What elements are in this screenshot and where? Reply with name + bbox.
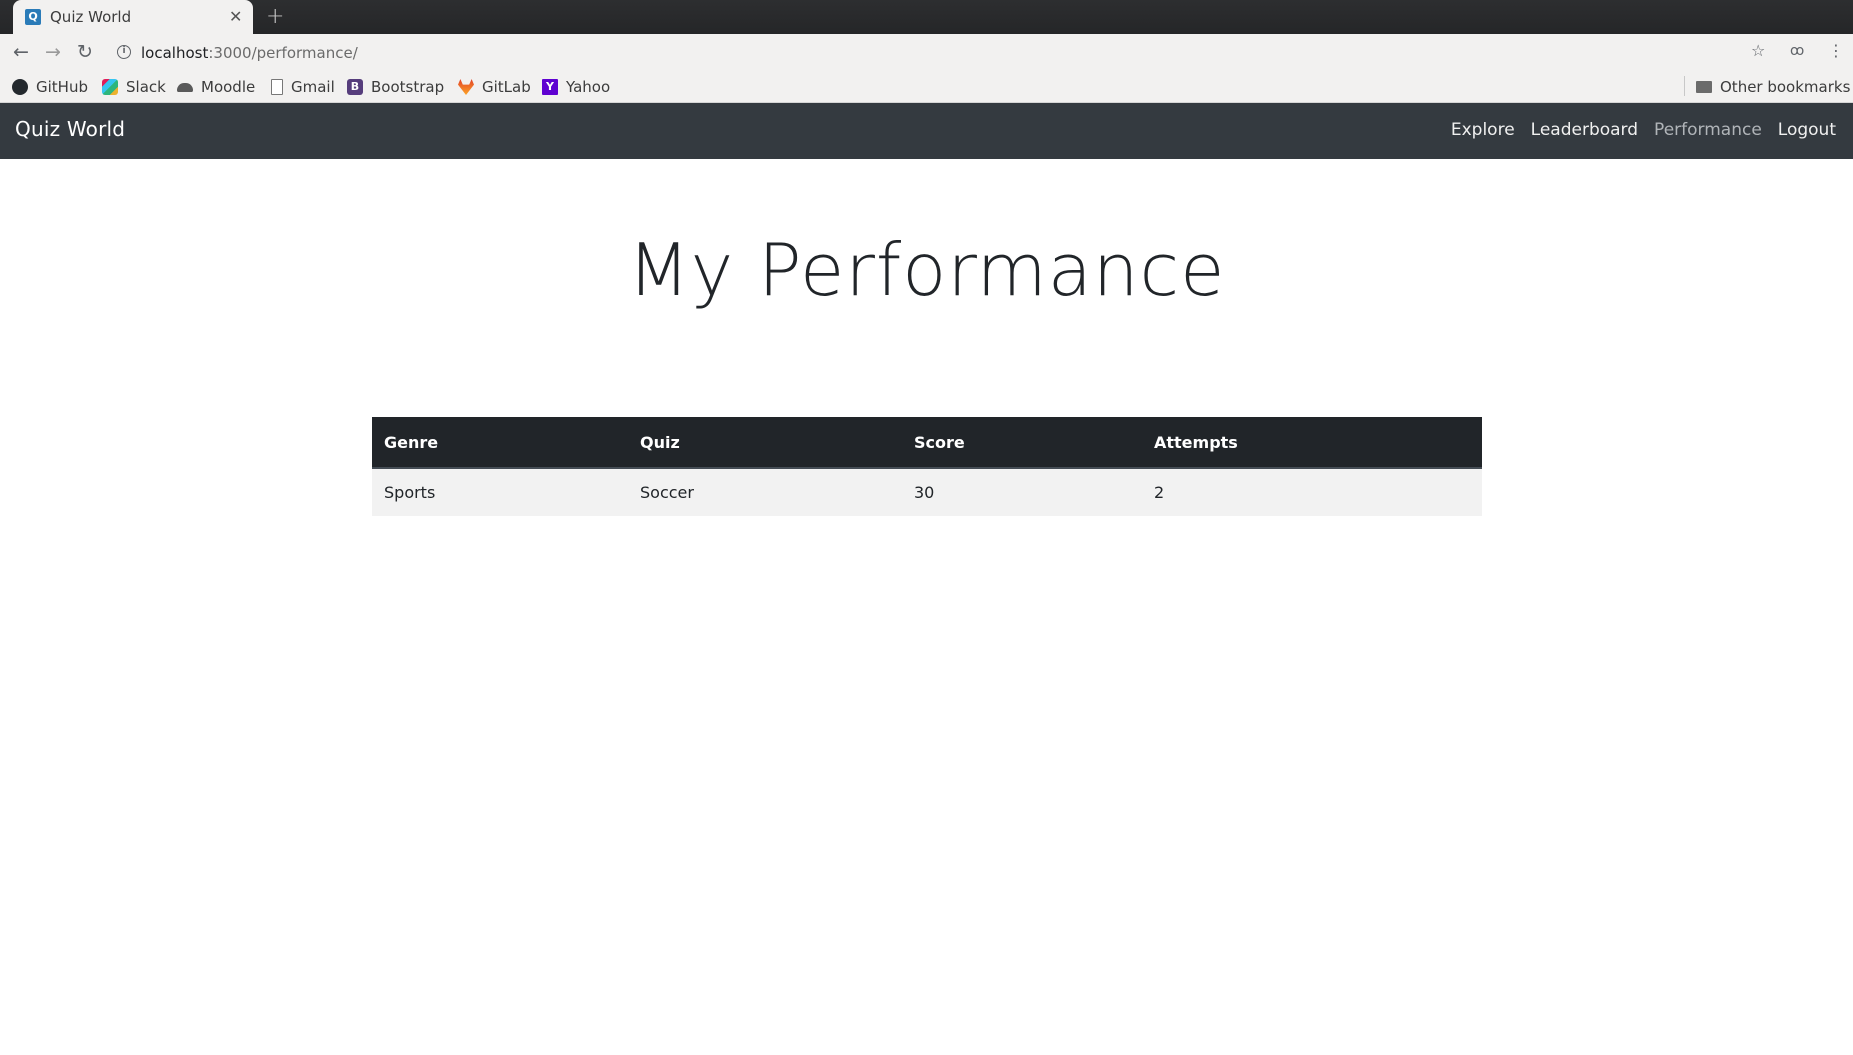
bookmark-gmail[interactable]: Gmail — [271, 77, 335, 97]
bookmark-slack[interactable]: Slack — [102, 77, 166, 97]
url-host: localhost — [141, 44, 209, 62]
bookmarks-divider — [1684, 76, 1685, 96]
github-icon — [12, 79, 28, 95]
other-bookmarks[interactable]: Other bookmarks — [1696, 77, 1850, 97]
other-bookmarks-label: Other bookmarks — [1720, 78, 1851, 96]
close-tab-icon[interactable]: ✕ — [229, 7, 242, 26]
tab-strip: Q Quiz World ✕ + — [0, 0, 1853, 34]
bookmark-label: Slack — [126, 78, 166, 96]
bookmarks-bar: GitHub Slack Moodle Gmail B Bootstrap Git… — [0, 70, 1853, 103]
bookmark-label: Bootstrap — [371, 78, 445, 96]
header-attempts: Attempts — [1142, 417, 1482, 469]
address-bar[interactable]: localhost:3000/performance/ — [141, 44, 358, 62]
back-arrow-icon[interactable]: ← — [9, 40, 33, 64]
cell-quiz: Soccer — [628, 468, 902, 516]
new-tab-icon[interactable]: + — [266, 4, 284, 29]
star-icon[interactable]: ☆ — [1751, 41, 1765, 60]
cell-attempts: 2 — [1142, 468, 1482, 516]
performance-table: Genre Quiz Score Attempts Sports Soccer … — [372, 417, 1482, 516]
cell-score: 30 — [902, 468, 1142, 516]
bookmark-label: Gmail — [291, 78, 335, 96]
slack-icon — [102, 79, 118, 95]
bookmark-label: Yahoo — [566, 78, 611, 96]
nav-performance[interactable]: Performance — [1654, 120, 1762, 140]
nav-logout[interactable]: Logout — [1778, 120, 1836, 140]
browser-tab[interactable]: Q Quiz World ✕ — [13, 0, 253, 34]
reload-icon[interactable]: ↻ — [73, 40, 97, 64]
quiz-favicon-icon: Q — [25, 9, 41, 25]
gitlab-icon — [458, 79, 474, 95]
forward-arrow-icon[interactable]: → — [41, 40, 65, 64]
nav-explore[interactable]: Explore — [1451, 120, 1515, 140]
page-title: My Performance — [627, 228, 1226, 312]
bookmark-yahoo[interactable]: Y Yahoo — [542, 77, 610, 97]
incognito-icon[interactable]: ꝏ — [1790, 43, 1804, 59]
tab-title: Quiz World — [50, 8, 132, 26]
bookmark-label: Moodle — [201, 78, 256, 96]
table-row: Sports Soccer 30 2 — [372, 468, 1482, 516]
bookmark-moodle[interactable]: Moodle — [177, 77, 255, 97]
bookmark-gitlab[interactable]: GitLab — [458, 77, 531, 97]
header-score: Score — [902, 417, 1142, 469]
bookmark-bootstrap[interactable]: B Bootstrap — [347, 77, 444, 97]
url-path: :3000/performance/ — [208, 44, 358, 62]
header-quiz: Quiz — [628, 417, 902, 469]
brand-logo[interactable]: Quiz World — [15, 117, 125, 141]
bootstrap-icon: B — [347, 79, 363, 95]
moodle-icon — [177, 82, 193, 92]
bookmark-label: GitHub — [36, 78, 88, 96]
info-icon[interactable]: i — [117, 45, 131, 59]
bookmark-label: GitLab — [482, 78, 531, 96]
app-navbar: Quiz World Explore Leaderboard Performan… — [0, 103, 1853, 159]
page-icon — [271, 79, 283, 95]
table-header-row: Genre Quiz Score Attempts — [372, 417, 1482, 469]
nav-links: Explore Leaderboard Performance Logout — [1451, 120, 1836, 140]
nav-leaderboard[interactable]: Leaderboard — [1531, 120, 1638, 140]
yahoo-icon: Y — [542, 79, 558, 95]
cell-genre: Sports — [372, 468, 628, 516]
menu-kebab-icon[interactable]: ⋮ — [1828, 41, 1844, 60]
folder-icon — [1696, 81, 1712, 93]
bookmark-github[interactable]: GitHub — [12, 77, 88, 97]
header-genre: Genre — [372, 417, 628, 469]
